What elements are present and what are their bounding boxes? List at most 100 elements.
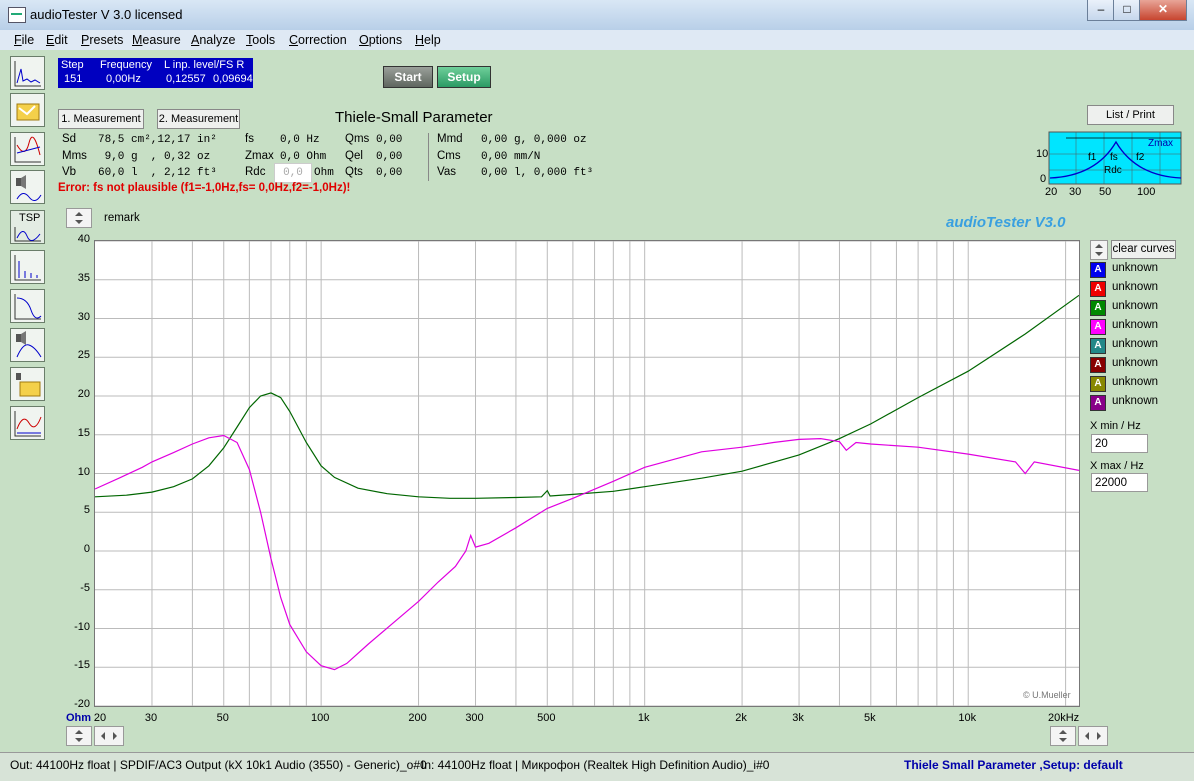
legend-swatch[interactable]: A [1090,281,1106,297]
y-scale-spinner[interactable] [66,726,92,746]
frequency-value: 0,00Hz [106,73,141,85]
x-unit-label: 20kHz [1048,712,1080,724]
mini-f2-label: f2 [1136,152,1145,163]
legend-item[interactable]: Aunknown [1090,262,1185,278]
spinner-arrows-icon [75,730,83,742]
x-tick-label: 20 [93,712,107,724]
folder-button[interactable] [10,93,45,127]
mmd-label: Mmd [437,133,463,145]
menu-file[interactable]: File [14,33,34,47]
list-print-button[interactable]: List / Print [1087,105,1174,125]
tsp-button[interactable]: TSP [10,210,45,244]
xmin-text: min / Hz [1100,420,1141,432]
legend-item[interactable]: Aunknown [1090,300,1185,316]
y-tick-label: 35 [77,271,90,284]
qms-label: Qms [345,133,370,145]
y-tick-label: -10 [74,620,90,633]
legend-swatch[interactable]: A [1090,376,1106,392]
left-toolbar: TSP [8,56,50,446]
x-scroll-right[interactable] [1078,726,1108,746]
legend-item[interactable]: Aunknown [1090,338,1185,354]
menu-accelerator: C [289,33,299,47]
spectrum-analyzer-button[interactable] [10,56,45,90]
remark-spinner[interactable] [66,208,92,228]
error-message: Error: fs not plausible (f1=-1,0Hz,fs= 0… [58,182,351,194]
distortion-button[interactable] [10,250,45,284]
phase-button[interactable] [10,406,45,440]
measurement-2-button[interactable]: 2. Measurement [157,109,240,129]
qts-value: 0,00 [376,167,403,179]
x-tick-label: 1k [637,712,650,724]
clear-curves-button[interactable]: clear curves [1111,240,1176,259]
y-tick-label: -15 [74,659,90,672]
vas-value: 0,00 l, 0,000 ft³ [481,167,594,179]
menu-help[interactable]: Help [415,33,441,47]
legend-label: unknown [1112,338,1159,350]
legend-swatch[interactable]: A [1090,262,1106,278]
vas-label: Vas [437,166,456,178]
menu-measure[interactable]: Measure [132,33,181,47]
xmax-text: max / Hz [1100,460,1144,472]
decay-button[interactable] [10,289,45,323]
speaker-response-button[interactable] [10,328,45,362]
menu-options[interactable]: Options [359,33,402,47]
legend-label: unknown [1112,395,1159,407]
xmin-input[interactable] [1091,434,1148,453]
maximize-icon: □ [1123,2,1131,16]
menu-accelerator: M [132,33,143,47]
tsp-label: TSP [19,212,41,224]
title-bar: audioTester V 3.0 licensed – □ ✕ [0,0,1194,31]
measurement-status: Step Frequency L inp. level/FS R 151 0,0… [58,58,253,88]
legend-item[interactable]: Aunknown [1090,395,1185,411]
x-scroll-left-right[interactable] [94,726,124,746]
x-tick-label: 500 [537,712,556,724]
app-icon [8,7,26,23]
minimize-button[interactable]: – [1087,0,1115,21]
y-tick-label: 20 [77,388,90,400]
menu-label-rest: orrection [298,33,347,47]
menu-tools[interactable]: Tools [246,33,275,47]
menu-label-rest: nalyze [199,33,236,47]
start-button[interactable]: Start [383,66,433,88]
menu-correction[interactable]: Correction [289,33,347,47]
x-tick-label: 50 [216,712,229,724]
menu-label-rest: elp [424,33,441,47]
legend-swatch[interactable]: A [1090,300,1106,316]
xmax-input[interactable] [1091,473,1148,492]
frequency-response-button[interactable] [10,132,45,166]
level-right-value: 0,09694 [213,73,253,85]
y-tick-label: 40 [77,233,90,245]
measurement-1-button[interactable]: 1. Measurement [58,109,144,129]
phase-icon [14,411,42,437]
speaker-measure-button[interactable] [10,170,45,204]
spinner-arrows-icon [1095,244,1103,256]
rdc-input[interactable]: 0,0 [274,163,312,183]
vb-label: Vb [62,166,77,178]
legend-spinner[interactable] [1090,240,1108,260]
x-scale-spinner[interactable] [1050,726,1076,746]
legend-swatch[interactable]: A [1090,357,1106,373]
tsp-curve-icon [14,227,41,242]
menu-analyze[interactable]: Analyze [191,33,235,47]
menu-label-rest: ptions [368,33,403,47]
legend-swatch[interactable]: A [1090,319,1106,335]
legend-swatch[interactable]: A [1090,395,1106,411]
legend-item[interactable]: Aunknown [1090,357,1185,373]
setup-button[interactable]: Setup [437,66,491,88]
spectrum-icon [14,61,41,87]
legend-label: unknown [1112,376,1159,388]
plot-area[interactable]: © U.Mueller [94,240,1080,707]
legend-item[interactable]: Aunknown [1090,376,1185,392]
speaker-folder-button[interactable] [10,367,45,401]
x-tick-label: 5k [864,712,876,724]
legend-swatch[interactable]: A [1090,338,1106,354]
maximize-button[interactable]: □ [1113,0,1141,21]
scroll-arrows-icon [101,732,117,740]
close-button[interactable]: ✕ [1139,0,1187,21]
menu-presets[interactable]: Presets [81,33,123,47]
spinner-arrows-icon [75,212,83,224]
fs-label: fs [245,133,254,145]
menu-edit[interactable]: Edit [46,33,68,47]
legend-item[interactable]: Aunknown [1090,281,1185,297]
legend-item[interactable]: Aunknown [1090,319,1185,335]
